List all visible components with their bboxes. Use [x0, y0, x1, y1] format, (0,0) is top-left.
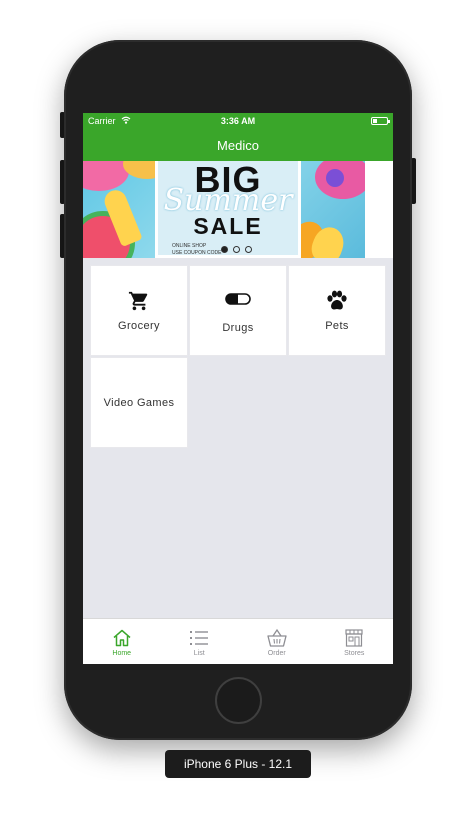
pill-icon	[225, 288, 251, 310]
page-dot[interactable]	[233, 246, 240, 253]
paw-icon	[325, 290, 349, 312]
tab-label: Home	[112, 650, 132, 657]
banner-online-text: ONLINE SHOP	[172, 243, 207, 249]
basket-icon	[266, 628, 288, 648]
category-tile-video-games[interactable]: Video Games	[90, 357, 188, 448]
list-icon	[189, 628, 209, 648]
tab-home[interactable]: Home	[83, 619, 161, 664]
sale-card: BIG Summer SALE ONLINE SHOP USE COUPON C…	[155, 161, 301, 258]
tab-bar: Home List Order Stores	[83, 618, 393, 664]
home-icon	[112, 628, 132, 648]
tab-order[interactable]: Order	[238, 619, 316, 664]
tab-label: List	[193, 650, 205, 657]
status-time: 3:36 AM	[220, 116, 256, 126]
category-tile-pets[interactable]: Pets	[288, 265, 386, 356]
app-screen: Carrier 3:36 AM Medico BIG Summer SALE O…	[83, 113, 393, 664]
category-grid: Grocery Drugs Pets Video Games	[90, 265, 387, 448]
device-name-label: iPhone 6 Plus - 12.1	[165, 750, 311, 778]
page-title: Medico	[217, 137, 259, 153]
battery-icon	[371, 117, 390, 125]
flower-decoration	[326, 169, 344, 187]
cart-icon	[128, 290, 150, 312]
category-label: Drugs	[222, 321, 254, 334]
carousel-page-indicator[interactable]	[221, 246, 252, 253]
summer-sale-banner-image: BIG Summer SALE ONLINE SHOP USE COUPON C…	[83, 161, 365, 258]
tab-list[interactable]: List	[161, 619, 239, 664]
category-tile-drugs[interactable]: Drugs	[189, 265, 287, 356]
status-bar: Carrier 3:36 AM	[83, 113, 393, 129]
banner-coupon-text: USE COUPON CODE	[172, 250, 222, 256]
category-label: Pets	[325, 319, 349, 332]
category-label: Grocery	[118, 319, 160, 332]
tab-label: Order	[267, 650, 286, 657]
promo-banner-carousel[interactable]: BIG Summer SALE ONLINE SHOP USE COUPON C…	[83, 161, 393, 258]
tab-label: Stores	[344, 650, 365, 657]
home-hardware-button[interactable]	[215, 677, 262, 724]
category-tile-grocery[interactable]: Grocery	[90, 265, 188, 356]
category-label: Video Games	[103, 396, 175, 409]
page-dot[interactable]	[245, 246, 252, 253]
store-icon	[344, 628, 364, 648]
flower-decoration	[83, 161, 129, 191]
banner-sale-text: SALE	[193, 213, 263, 239]
tab-stores[interactable]: Stores	[316, 619, 394, 664]
navigation-bar: Medico	[83, 129, 393, 161]
page-dot[interactable]	[221, 246, 228, 253]
